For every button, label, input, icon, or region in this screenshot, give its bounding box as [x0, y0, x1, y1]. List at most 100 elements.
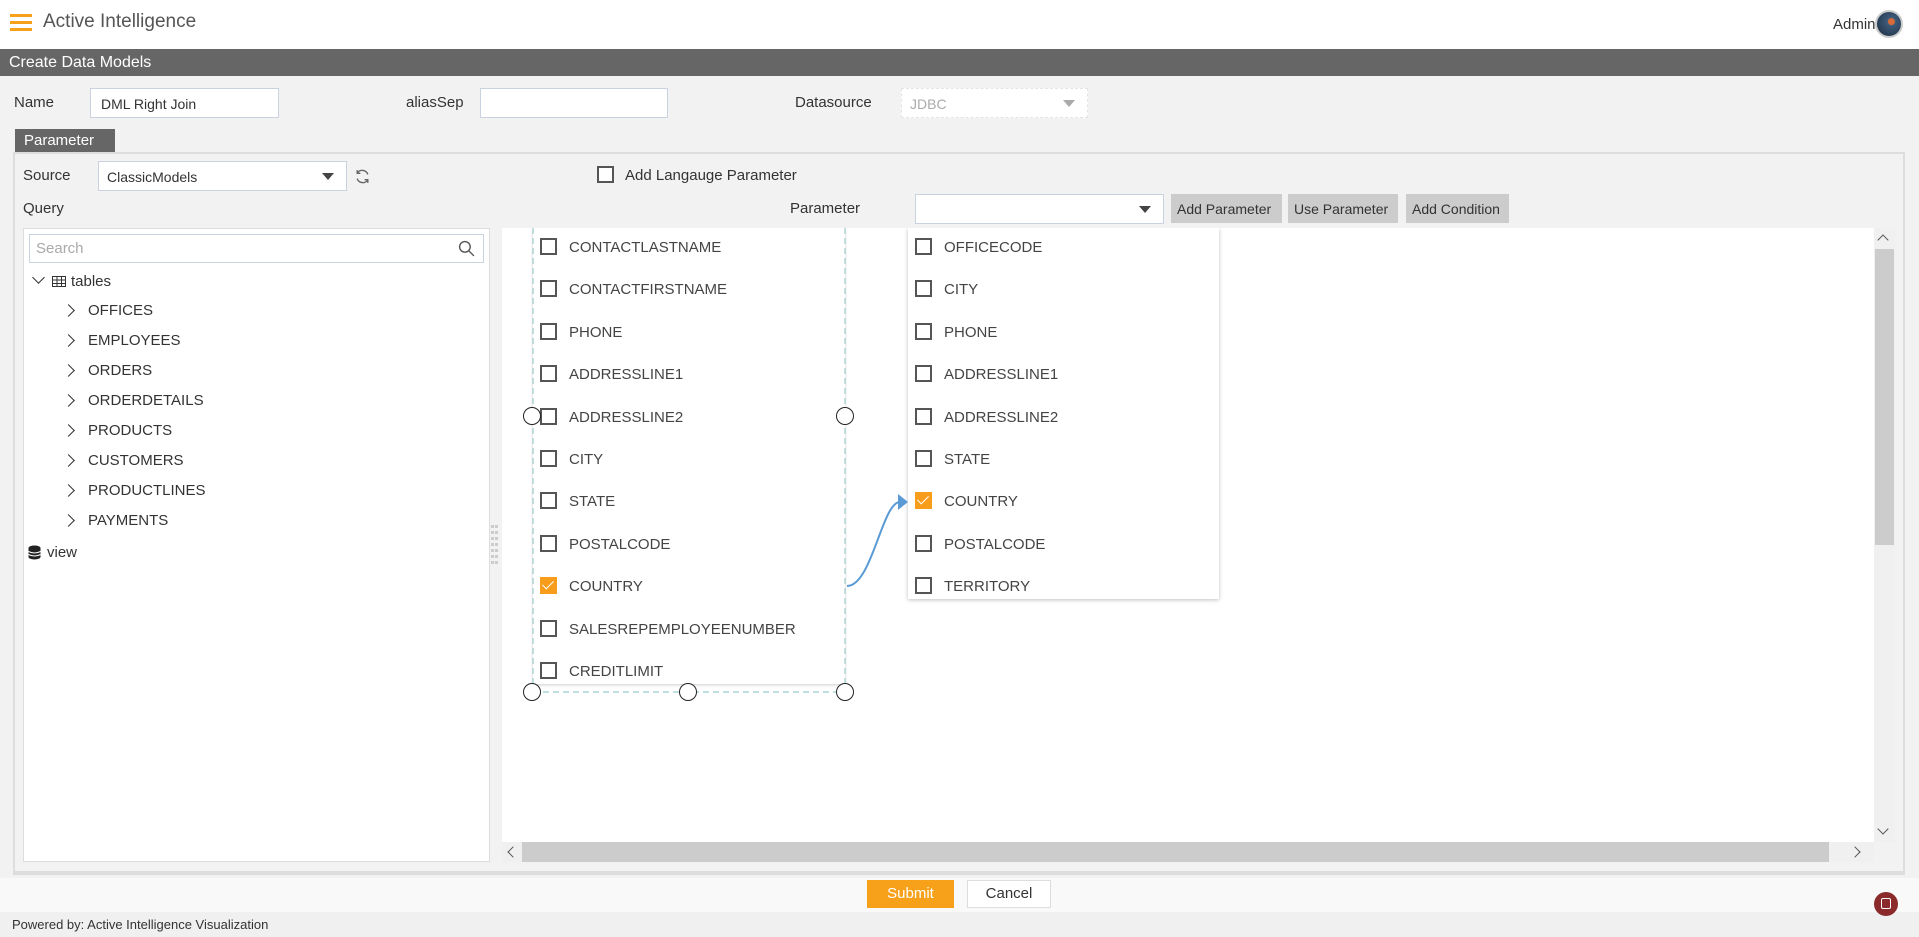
left-table-card[interactable]: CONTACTLASTNAME CONTACTFIRSTNAME PHONE ADDR… [533, 228, 845, 684]
column-checkbox-checked[interactable] [915, 492, 932, 510]
column-checkbox[interactable] [540, 280, 557, 298]
add-language-parameter-checkbox[interactable] [597, 166, 614, 183]
column-checkbox[interactable] [540, 238, 557, 255]
column-checkbox-checked[interactable] [540, 577, 557, 595]
horizontal-scrollbar[interactable] [502, 842, 1874, 862]
tree-item-table[interactable]: PRODUCTS [88, 422, 172, 439]
use-parameter-button[interactable]: Use Parameter [1288, 194, 1398, 223]
resize-handle[interactable] [679, 683, 697, 701]
column-checkbox[interactable] [540, 619, 557, 637]
scroll-left-icon[interactable] [507, 846, 519, 858]
column-checkbox[interactable] [540, 662, 557, 679]
tree-item-table[interactable]: PRODUCTLINES [88, 482, 206, 499]
datasource-select[interactable]: JDBC [901, 88, 1088, 118]
chevron-right-icon[interactable] [62, 364, 75, 377]
chevron-right-icon[interactable] [62, 484, 75, 497]
parameter-label: Parameter [790, 200, 861, 217]
join-line[interactable] [846, 501, 901, 587]
chevron-right-icon[interactable] [62, 304, 75, 317]
column-row[interactable]: PHONE [533, 322, 845, 342]
source-value: ClassicModels [107, 169, 198, 185]
column-row[interactable]: SALESREPEMPLOYEENUMBER [533, 619, 845, 639]
column-checkbox[interactable] [540, 534, 557, 552]
right-table-card[interactable]: OFFICECODE CITY PHONE ADDRESSLINE1 ADDRESSLI… [908, 228, 1219, 599]
scroll-right-icon[interactable] [1849, 846, 1861, 858]
tree-item-table[interactable]: PAYMENTS [88, 512, 168, 529]
column-checkbox[interactable] [540, 322, 557, 340]
column-row[interactable]: STATE [533, 491, 845, 511]
hamburger-icon[interactable] [10, 14, 32, 31]
chevron-down-icon[interactable] [32, 271, 45, 284]
tree-item-table[interactable]: OFFICES [88, 302, 153, 319]
chevron-right-icon[interactable] [62, 394, 75, 407]
column-row[interactable]: PHONE [908, 322, 1219, 342]
user-name[interactable]: Admin [1833, 16, 1876, 33]
query-canvas[interactable]: CONTACTLASTNAME CONTACTFIRSTNAME PHONE ADDR… [502, 228, 1874, 842]
tree-item-table[interactable]: EMPLOYEES [88, 332, 181, 349]
column-checkbox[interactable] [915, 322, 932, 340]
splitter-handle[interactable] [490, 525, 500, 567]
search-icon[interactable] [458, 240, 475, 257]
resize-handle[interactable] [523, 407, 541, 425]
chat-icon[interactable] [1874, 892, 1898, 916]
column-checkbox[interactable] [540, 492, 557, 510]
cancel-button[interactable]: Cancel [967, 880, 1051, 908]
chevron-right-icon[interactable] [62, 514, 75, 527]
column-name: PHONE [944, 323, 998, 341]
column-row[interactable]: CITY [533, 449, 845, 469]
column-row[interactable]: POSTALCODE [533, 534, 845, 554]
chevron-right-icon[interactable] [62, 334, 75, 347]
source-select[interactable]: ClassicModels [98, 161, 347, 191]
column-row[interactable]: TERRITORY [908, 576, 1219, 596]
resize-handle[interactable] [523, 683, 541, 701]
tree-item-tables[interactable]: tables [71, 273, 111, 290]
submit-button[interactable]: Submit [867, 880, 954, 908]
add-parameter-button[interactable]: Add Parameter [1171, 194, 1282, 223]
column-row[interactable]: COUNTRY [533, 576, 845, 596]
alias-sep-input[interactable] [480, 88, 668, 118]
column-name: ADDRESSLINE2 [944, 408, 1059, 426]
column-row[interactable]: CONTACTFIRSTNAME [533, 279, 845, 299]
column-checkbox[interactable] [540, 365, 557, 383]
tree-item-view[interactable]: view [47, 544, 77, 561]
column-checkbox[interactable] [915, 238, 932, 255]
vertical-scrollbar[interactable] [1874, 228, 1895, 842]
scroll-up-icon[interactable] [1877, 234, 1889, 246]
parameter-select[interactable] [915, 194, 1164, 224]
resize-handle[interactable] [836, 683, 854, 701]
scroll-down-icon[interactable] [1877, 823, 1889, 835]
avatar[interactable] [1875, 10, 1903, 38]
column-checkbox[interactable] [915, 407, 932, 425]
horizontal-scroll-thumb[interactable] [522, 842, 1829, 862]
search-input[interactable]: Search [29, 234, 484, 263]
column-checkbox[interactable] [915, 280, 932, 298]
chevron-right-icon[interactable] [62, 454, 75, 467]
column-row[interactable]: STATE [908, 449, 1219, 469]
column-row[interactable]: ADDRESSLINE1 [908, 364, 1219, 384]
column-checkbox[interactable] [915, 450, 932, 467]
name-input[interactable]: DML Right Join [90, 88, 279, 118]
tab-parameter[interactable]: Parameter [15, 129, 115, 152]
tree-item-table[interactable]: ORDERDETAILS [88, 392, 204, 409]
refresh-icon[interactable] [354, 168, 371, 185]
vertical-scroll-thumb[interactable] [1875, 249, 1894, 545]
column-row[interactable]: POSTALCODE [908, 534, 1219, 554]
column-row[interactable]: CONTACTLASTNAME [533, 237, 845, 257]
column-checkbox[interactable] [540, 450, 557, 467]
column-row[interactable]: CREDITLIMIT [533, 661, 845, 681]
column-row[interactable]: OFFICECODE [908, 237, 1219, 257]
column-checkbox[interactable] [540, 407, 557, 425]
column-row[interactable]: CITY [908, 279, 1219, 299]
column-row[interactable]: ADDRESSLINE2 [908, 407, 1219, 427]
add-condition-button[interactable]: Add Condition [1406, 194, 1509, 223]
resize-handle[interactable] [836, 407, 854, 425]
column-row[interactable]: ADDRESSLINE2 [533, 407, 845, 427]
column-checkbox[interactable] [915, 534, 932, 552]
tree-item-table[interactable]: CUSTOMERS [88, 452, 184, 469]
column-row[interactable]: ADDRESSLINE1 [533, 364, 845, 384]
column-row[interactable]: COUNTRY [908, 491, 1219, 511]
tree-item-table[interactable]: ORDERS [88, 362, 152, 379]
chevron-right-icon[interactable] [62, 424, 75, 437]
column-checkbox[interactable] [915, 365, 932, 383]
column-checkbox[interactable] [915, 577, 932, 595]
